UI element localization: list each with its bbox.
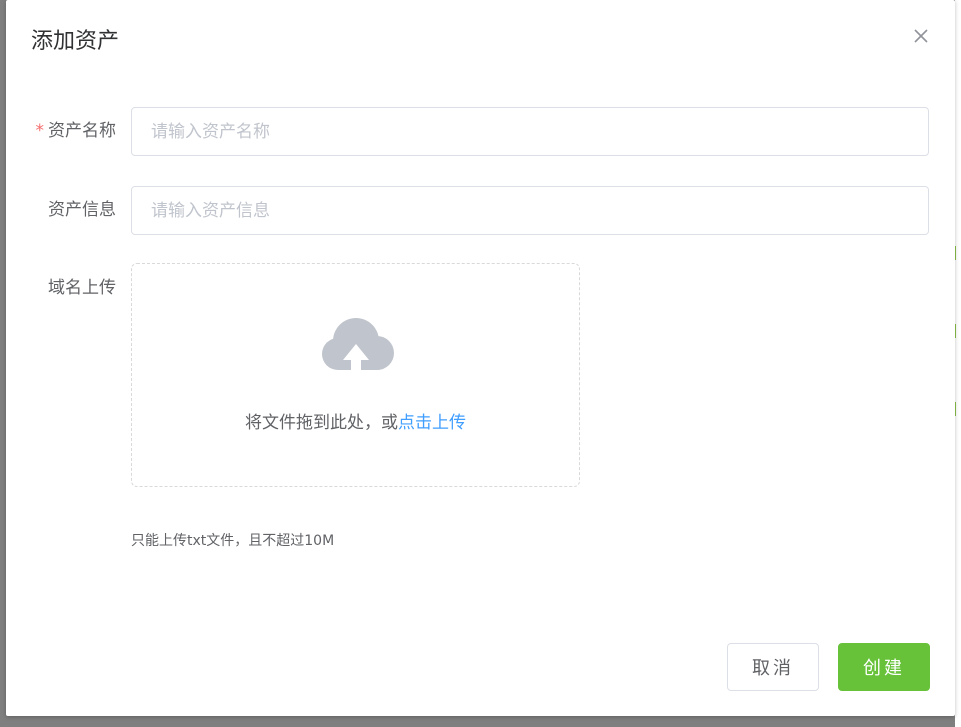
asset-info-label: 资产信息 [48,200,116,220]
upload-instructions: 将文件拖到此处，或点击上传 [132,411,579,435]
asset-name-label-text: 资产名称 [48,121,116,141]
domain-upload-label: 域名上传 [48,278,116,298]
background-edge-marker [954,246,961,260]
close-icon [914,29,928,43]
required-mark: * [35,121,45,141]
upload-drag-text: 将文件拖到此处，或 [245,413,398,433]
create-button[interactable]: 创建 [838,643,930,691]
upload-click-link[interactable]: 点击上传 [398,413,466,433]
asset-name-input[interactable] [131,107,929,156]
cancel-button[interactable]: 取消 [727,643,819,691]
background-edge-marker [954,402,961,416]
upload-tip: 只能上传txt文件，且不超过10M [131,533,335,549]
asset-info-input[interactable] [131,186,929,235]
background-page-edge [954,0,961,727]
background-edge-marker [954,324,961,338]
add-asset-dialog: 添加资产 *资产名称 资产信息 域名上传 将文件拖到此处，或点击上传 只能上传t… [6,0,955,716]
close-button[interactable] [907,22,935,50]
cloud-upload-icon [322,318,394,372]
dialog-title: 添加资产 [31,29,120,54]
upload-dropzone[interactable]: 将文件拖到此处，或点击上传 [131,263,580,487]
asset-name-label: * 资产名称 [32,119,117,143]
